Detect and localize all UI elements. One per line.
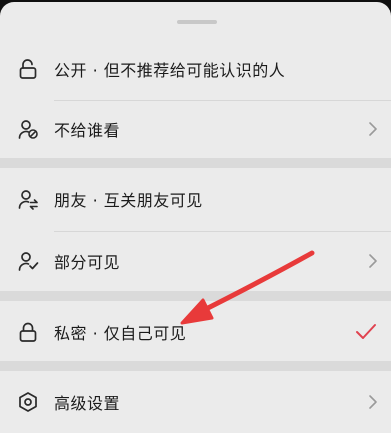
lock-icon — [19, 322, 37, 342]
hexagon-settings-icon — [19, 392, 37, 412]
option-label: 私密 · 仅自己可见 — [54, 324, 187, 343]
option-label: 高级设置 — [54, 394, 121, 413]
user-swap-icon — [18, 190, 38, 210]
section-separator — [0, 361, 391, 371]
option-hide-from[interactable]: 不给谁看 — [0, 98, 391, 160]
chevron-right-icon — [369, 254, 377, 268]
option-label: 部分可见 — [54, 253, 121, 272]
option-friends[interactable]: 朋友 · 互关朋友可见 — [0, 168, 391, 230]
chevron-right-icon — [369, 122, 377, 136]
option-partial[interactable]: 部分可见 — [0, 230, 391, 292]
option-label: 公开 · 但不推荐给可能认识的人 — [54, 61, 286, 80]
option-public[interactable]: 公开 · 但不推荐给可能认识的人 — [0, 38, 391, 100]
visibility-bottom-sheet: 公开 · 但不推荐给可能认识的人 不给谁看 朋友 · 互关朋友可见 部分可见 私… — [0, 2, 391, 433]
option-private[interactable]: 私密 · 仅自己可见 — [0, 301, 391, 363]
checkmark-icon — [356, 324, 376, 339]
drag-handle[interactable] — [177, 20, 217, 24]
user-check-icon — [18, 252, 39, 271]
option-label: 不给谁看 — [54, 121, 121, 140]
option-label: 朋友 · 互关朋友可见 — [54, 191, 203, 210]
chevron-right-icon — [369, 395, 377, 409]
user-block-icon — [18, 120, 38, 139]
section-separator — [0, 291, 391, 301]
option-advanced-settings[interactable]: 高级设置 — [0, 371, 391, 433]
section-separator — [0, 158, 391, 168]
unlock-icon — [19, 59, 37, 79]
